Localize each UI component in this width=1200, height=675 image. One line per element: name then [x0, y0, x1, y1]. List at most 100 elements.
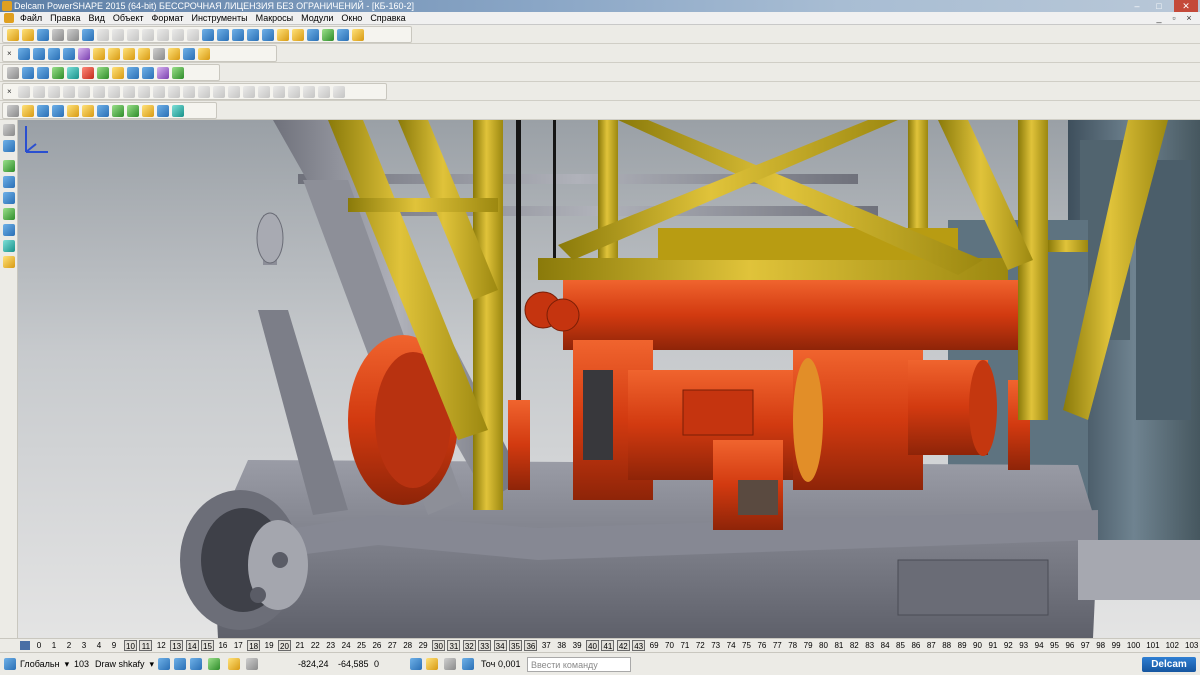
surface-op-7-icon[interactable] — [108, 85, 120, 98]
mold-icon[interactable] — [172, 66, 184, 79]
shading-shaded-edges-icon[interactable] — [183, 47, 195, 60]
mdi-restore-button[interactable]: ▫ — [1167, 12, 1181, 25]
dimension-icon[interactable] — [277, 28, 289, 41]
new-file-icon[interactable] — [7, 28, 19, 41]
level-18[interactable]: 18 — [247, 640, 261, 651]
surface-op-18-icon[interactable] — [273, 85, 285, 98]
level-74[interactable]: 74 — [725, 640, 738, 651]
level-94[interactable]: 94 — [1033, 640, 1046, 651]
level-icon[interactable] — [52, 66, 64, 79]
level-15[interactable]: 15 — [201, 640, 214, 651]
print-preview-icon[interactable] — [67, 28, 79, 41]
level-39[interactable]: 39 — [571, 640, 584, 651]
level-73[interactable]: 73 — [709, 640, 722, 651]
drawing-icon[interactable] — [142, 66, 154, 79]
undo-icon[interactable] — [157, 28, 169, 41]
level-84[interactable]: 84 — [879, 640, 892, 651]
level-35[interactable]: 35 — [509, 640, 522, 651]
import-icon[interactable] — [82, 28, 94, 41]
level-88[interactable]: 88 — [940, 640, 953, 651]
level-26[interactable]: 26 — [370, 640, 383, 651]
surface-op-12-icon[interactable] — [183, 85, 195, 98]
level-manager-icon[interactable] — [20, 641, 30, 650]
level-31[interactable]: 31 — [447, 640, 461, 651]
zoom-out-icon[interactable] — [108, 47, 120, 60]
workplane-edit-icon[interactable] — [190, 658, 202, 670]
solid-op-9-icon[interactable] — [127, 104, 139, 117]
level-10[interactable]: 10 — [124, 640, 137, 651]
arc-icon[interactable] — [232, 28, 244, 41]
surface-op-1-icon[interactable] — [18, 85, 30, 98]
workplane-select[interactable]: Draw shkafy ▾ — [95, 657, 154, 672]
intelligent-cursor-icon[interactable] — [228, 658, 240, 670]
level-70[interactable]: 70 — [663, 640, 676, 651]
level-93[interactable]: 93 — [1017, 640, 1030, 651]
level-24[interactable]: 24 — [340, 640, 353, 651]
level-43[interactable]: 43 — [632, 640, 646, 651]
level-97[interactable]: 97 — [1079, 640, 1092, 651]
level-69[interactable]: 69 — [648, 640, 661, 651]
component-icon[interactable] — [112, 66, 124, 79]
level-78[interactable]: 78 — [786, 640, 799, 651]
menu-view[interactable]: Вид — [85, 12, 109, 25]
menu-window[interactable]: Окно — [337, 12, 366, 25]
line-icon[interactable] — [217, 28, 229, 41]
surface-icon[interactable] — [307, 28, 319, 41]
level-99[interactable]: 99 — [1110, 640, 1123, 651]
level-80[interactable]: 80 — [817, 640, 830, 651]
material-icon[interactable] — [67, 66, 79, 79]
shading-shaded-icon[interactable] — [168, 47, 180, 60]
surface-op-8-icon[interactable] — [123, 85, 135, 98]
level-92[interactable]: 92 — [1002, 640, 1015, 651]
close-button[interactable]: ✕ — [1174, 0, 1198, 12]
solid-op-8-icon[interactable] — [112, 104, 124, 117]
menu-macros[interactable]: Макросы — [252, 12, 298, 25]
surface-op-15-icon[interactable] — [228, 85, 240, 98]
view-top-icon[interactable] — [18, 47, 30, 60]
surface-op-17-icon[interactable] — [258, 85, 270, 98]
surface-op-9-icon[interactable] — [138, 85, 150, 98]
level-91[interactable]: 91 — [986, 640, 999, 651]
level-90[interactable]: 90 — [971, 640, 984, 651]
surface-op-6-icon[interactable] — [93, 85, 105, 98]
menu-modules[interactable]: Модули — [297, 12, 337, 25]
level-98[interactable]: 98 — [1094, 640, 1107, 651]
level-0[interactable]: 0 — [34, 640, 44, 651]
paste-icon[interactable] — [127, 28, 139, 41]
surface-op-21-icon[interactable] — [318, 85, 330, 98]
command-input[interactable] — [527, 657, 631, 672]
level-13[interactable]: 13 — [170, 640, 184, 651]
level-2[interactable]: 2 — [64, 640, 74, 651]
view-right-icon[interactable] — [48, 47, 60, 60]
circle-icon[interactable] — [247, 28, 259, 41]
level-86[interactable]: 86 — [909, 640, 922, 651]
zoom-fit-icon[interactable] — [138, 47, 150, 60]
level-95[interactable]: 95 — [1048, 640, 1061, 651]
level-25[interactable]: 25 — [355, 640, 368, 651]
level-27[interactable]: 27 — [386, 640, 399, 651]
graphics-viewport[interactable] — [18, 120, 1200, 638]
line-tool-icon[interactable] — [3, 176, 15, 188]
print-icon[interactable] — [52, 28, 64, 41]
analysis-icon[interactable] — [157, 66, 169, 79]
delete-icon[interactable] — [142, 28, 154, 41]
view-iso-icon[interactable] — [63, 47, 75, 60]
play-icon[interactable] — [97, 66, 109, 79]
level-77[interactable]: 77 — [771, 640, 784, 651]
level-102[interactable]: 102 — [1164, 640, 1181, 651]
surface-op-11-icon[interactable] — [168, 85, 180, 98]
level-1[interactable]: 1 — [49, 640, 59, 651]
menu-help[interactable]: Справка — [366, 12, 409, 25]
sketch-icon[interactable] — [352, 28, 364, 41]
level-75[interactable]: 75 — [740, 640, 753, 651]
workplane-align-icon[interactable] — [174, 658, 186, 670]
level-11[interactable]: 11 — [139, 640, 153, 651]
symbol-icon[interactable] — [337, 28, 349, 41]
level-20[interactable]: 20 — [278, 640, 291, 651]
level-96[interactable]: 96 — [1063, 640, 1076, 651]
snap-icon[interactable] — [208, 658, 220, 670]
level-16[interactable]: 16 — [216, 640, 229, 651]
workplane-tool-icon[interactable] — [158, 658, 170, 670]
position-icon[interactable] — [444, 658, 456, 670]
toolbar-close-icon[interactable]: × — [7, 49, 15, 58]
